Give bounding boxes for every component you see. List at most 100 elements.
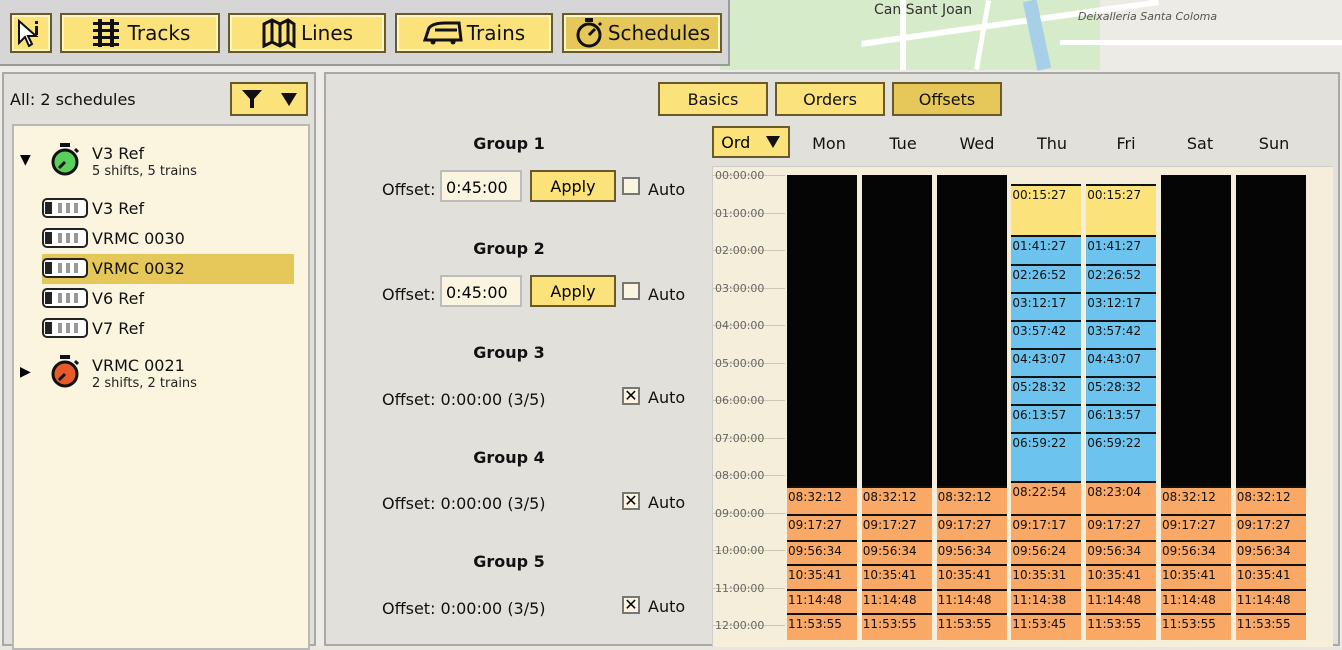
- schedule-departure-block[interactable]: 11:53:55: [787, 613, 857, 640]
- schedule-departure-block[interactable]: 09:56:34: [787, 539, 857, 565]
- schedule-departure-block[interactable]: 06:59:22: [1086, 432, 1157, 481]
- offset-label: Offset: 0:00:00 (3/5): [382, 599, 546, 618]
- schedule-departure-block[interactable]: 02:26:52: [1086, 263, 1157, 292]
- lines-icon: [262, 18, 296, 48]
- schedule-departure-block[interactable]: 11:14:48: [1161, 588, 1231, 613]
- schedule-departure-block[interactable]: 06:59:22: [1011, 432, 1082, 481]
- schedule-departure-block[interactable]: 10:35:41: [1086, 564, 1157, 589]
- schedule-departure-block[interactable]: 08:23:04: [1086, 481, 1157, 515]
- trains-tool-button[interactable]: Trains: [395, 13, 553, 53]
- schedule-departure-block[interactable]: 08:32:12: [936, 486, 1007, 515]
- train-item-selected[interactable]: VRMC 0032: [42, 254, 294, 284]
- schedule-item[interactable]: ▶ VRMC 0021 2 shifts, 2 trains: [14, 355, 304, 406]
- offset-label: Offset:: [382, 180, 436, 199]
- filter-dropdown-button[interactable]: [230, 82, 308, 116]
- schedule-departure-block[interactable]: 09:56:34: [861, 539, 932, 565]
- offset-input[interactable]: 0:45:00: [440, 170, 522, 202]
- tab-orders[interactable]: Orders: [775, 82, 885, 116]
- schedule-departure-block[interactable]: 06:13:57: [1086, 404, 1157, 433]
- schedule-departure-block[interactable]: 01:41:27: [1011, 235, 1082, 264]
- schedule-timeline[interactable]: 00:00:00 01:00:00 02:00:00 03:00:00 04:00:00…: [712, 166, 1333, 647]
- day-column-tue: 08:32:12 09:17:27 09:56:34 10:35:41 11:14:48…: [861, 167, 932, 647]
- schedule-departure-block[interactable]: 11:14:48: [787, 588, 857, 613]
- auto-checkbox-checked[interactable]: ✕: [622, 596, 640, 614]
- schedule-departure-block[interactable]: 09:17:27: [936, 514, 1007, 540]
- schedule-departure-block[interactable]: 09:17:27: [861, 514, 932, 540]
- schedule-departure-block[interactable]: 09:56:34: [1161, 539, 1231, 565]
- train-name: V3 Ref: [92, 199, 145, 218]
- schedule-departure-block[interactable]: 09:56:34: [1235, 539, 1306, 565]
- expand-toggle-icon[interactable]: ▶: [20, 364, 31, 380]
- schedule-departure-block[interactable]: 11:14:48: [1086, 588, 1157, 613]
- schedule-departure-block[interactable]: 11:53:55: [861, 613, 932, 640]
- schedule-departure-block[interactable]: 03:12:17: [1011, 291, 1082, 320]
- schedule-departure-block[interactable]: 11:53:55: [1235, 613, 1306, 640]
- train-item[interactable]: V7 Ref: [42, 314, 294, 344]
- schedule-departure-block[interactable]: 11:14:48: [861, 588, 932, 613]
- schedule-departure-block[interactable]: 08:32:12: [861, 486, 932, 515]
- auto-checkbox[interactable]: [622, 177, 640, 195]
- schedule-departure-block[interactable]: 04:43:07: [1011, 347, 1082, 376]
- schedule-departure-block[interactable]: 11:53:45: [1011, 613, 1082, 640]
- apply-button[interactable]: Apply: [530, 275, 616, 307]
- info-button[interactable]: [10, 13, 52, 53]
- schedule-departure-block[interactable]: 08:22:54: [1011, 481, 1082, 515]
- schedule-departure-block[interactable]: 11:14:38: [1011, 588, 1082, 613]
- schedule-departure-block[interactable]: 05:28:32: [1011, 376, 1082, 405]
- schedule-departure-block[interactable]: 09:17:27: [1161, 514, 1231, 540]
- schedule-departure-block[interactable]: 05:28:32: [1086, 376, 1157, 405]
- tracks-tool-button[interactable]: Tracks: [60, 13, 220, 53]
- schedule-departure-block[interactable]: 09:56:24: [1011, 539, 1082, 565]
- day-header-mon: Mon: [812, 134, 846, 153]
- schedule-departure-block[interactable]: 00:15:27: [1011, 184, 1082, 235]
- schedule-departure-block[interactable]: 10:35:41: [1235, 564, 1306, 589]
- auto-checkbox-checked[interactable]: ✕: [622, 387, 640, 405]
- day-column-thu: 00:15:27 01:41:27 02:26:52 03:12:17 03:57:42…: [1011, 167, 1082, 647]
- schedule-departure-block[interactable]: 01:41:27: [1086, 235, 1157, 264]
- schedule-departure-block[interactable]: 04:43:07: [1086, 347, 1157, 376]
- auto-checkbox[interactable]: [622, 282, 640, 300]
- schedule-departure-block[interactable]: 02:26:52: [1011, 263, 1082, 292]
- schedule-departure-block[interactable]: 10:35:31: [1011, 564, 1082, 589]
- schedule-departure-block[interactable]: 09:17:27: [1086, 514, 1157, 540]
- lines-tool-button[interactable]: Lines: [228, 13, 386, 53]
- schedules-tool-button[interactable]: Schedules: [562, 13, 722, 53]
- group-title: Group 5: [473, 552, 545, 571]
- schedule-departure-block[interactable]: 03:12:17: [1086, 291, 1157, 320]
- schedule-departure-block[interactable]: 10:35:41: [1161, 564, 1231, 589]
- expand-toggle-icon[interactable]: ▼: [20, 152, 31, 168]
- schedule-departure-block[interactable]: 10:35:41: [936, 564, 1007, 589]
- apply-button[interactable]: Apply: [530, 170, 616, 202]
- schedule-departure-block[interactable]: 10:35:41: [861, 564, 932, 589]
- schedule-departure-block[interactable]: 08:32:12: [787, 486, 857, 515]
- schedule-departure-block[interactable]: 11:53:55: [1161, 613, 1231, 640]
- schedule-departure-block[interactable]: 06:13:57: [1011, 404, 1082, 433]
- schedule-departure-block[interactable]: 08:32:12: [1161, 486, 1231, 515]
- schedule-departure-block[interactable]: 10:35:41: [787, 564, 857, 589]
- schedule-departure-block[interactable]: 11:14:48: [1235, 588, 1306, 613]
- schedule-departure-block[interactable]: 09:56:34: [936, 539, 1007, 565]
- schedule-count: All: 2 schedules: [10, 90, 136, 109]
- schedule-departure-block[interactable]: 00:15:27: [1086, 184, 1157, 235]
- schedule-departure-block[interactable]: 09:56:34: [1086, 539, 1157, 565]
- schedule-departure-block[interactable]: 08:32:12: [1235, 486, 1306, 515]
- tab-basics[interactable]: Basics: [658, 82, 768, 116]
- offset-input[interactable]: 0:45:00: [440, 275, 522, 307]
- tab-offsets[interactable]: Offsets: [892, 82, 1002, 116]
- schedule-departure-block[interactable]: 09:17:27: [1235, 514, 1306, 540]
- order-dropdown-button[interactable]: Ord: [712, 126, 790, 158]
- schedule-departure-block[interactable]: 09:17:17: [1011, 514, 1082, 540]
- offset-label: Offset:: [382, 285, 436, 304]
- schedule-departure-block[interactable]: 03:57:42: [1011, 319, 1082, 348]
- schedule-departure-block[interactable]: 03:57:42: [1086, 319, 1157, 348]
- train-item[interactable]: VRMC 0030: [42, 224, 294, 254]
- schedule-item[interactable]: ▼ V3 Ref 5 shifts, 5 trains: [14, 143, 304, 194]
- schedule-departure-block[interactable]: 11:53:55: [1086, 613, 1157, 640]
- auto-checkbox-checked[interactable]: ✕: [622, 492, 640, 510]
- schedule-departure-block[interactable]: 11:14:48: [936, 588, 1007, 613]
- train-item[interactable]: V6 Ref: [42, 284, 294, 314]
- schedule-departure-block[interactable]: 09:17:27: [787, 514, 857, 540]
- schedule-departure-block[interactable]: 11:53:55: [936, 613, 1007, 640]
- train-name: V6 Ref: [92, 289, 145, 308]
- train-item[interactable]: V3 Ref: [42, 194, 294, 224]
